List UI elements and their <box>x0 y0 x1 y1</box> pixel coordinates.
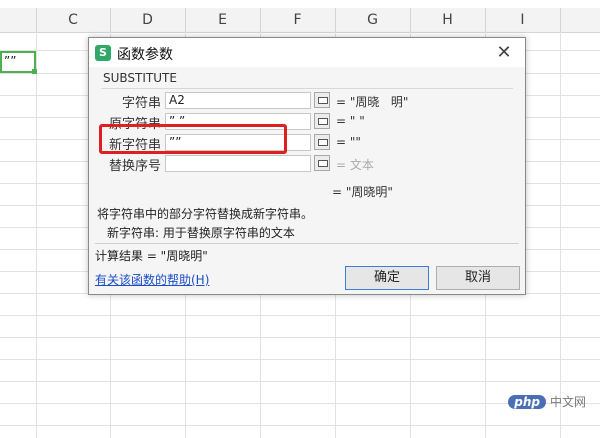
column-header-F[interactable]: F <box>260 8 336 32</box>
column-header-B[interactable] <box>0 8 37 32</box>
param-input-instance-num[interactable] <box>165 155 311 172</box>
php-watermark: php 中文网 <box>508 393 586 410</box>
function-arguments-dialog: S 函数参数 ✕ SUBSTITUTE 字符串 A2 = "周晓 明" 原字符串… <box>88 37 526 295</box>
fill-handle[interactable] <box>32 69 37 74</box>
watermark-text: 中文网 <box>549 395 586 409</box>
column-header-I[interactable]: I <box>485 8 561 32</box>
range-select-icon[interactable] <box>314 134 330 150</box>
ok-button[interactable]: 确定 <box>345 266 429 290</box>
range-select-icon[interactable] <box>314 155 330 171</box>
divider <box>95 243 519 244</box>
function-description: 将字符串中的部分字符替换成新字符串。 <box>97 207 314 221</box>
param-result-new-text: = "" <box>336 135 361 149</box>
selected-cell[interactable]: ”” <box>0 51 37 74</box>
range-select-icon[interactable] <box>314 92 330 108</box>
column-header-D[interactable]: D <box>110 8 186 32</box>
formula-result-preview: = "周晓明" <box>332 185 393 199</box>
column-header-G[interactable]: G <box>335 8 411 32</box>
dialog-title: 函数参数 <box>117 47 173 63</box>
param-description: 新字符串: 用于替换原字符串的文本 <box>107 226 295 240</box>
param-result-text: = "周晓 明" <box>336 95 409 109</box>
function-help-link[interactable]: 有关该函数的帮助(H) <box>95 271 209 288</box>
wps-app-icon: S <box>95 45 111 61</box>
function-name: SUBSTITUTE <box>103 71 177 85</box>
column-header-C[interactable]: C <box>36 8 111 32</box>
column-header-H[interactable]: H <box>410 8 486 32</box>
param-result-old-text: = " " <box>336 114 365 128</box>
column-header-E[interactable]: E <box>185 8 261 32</box>
calculation-result: 计算结果 = "周晓明" <box>95 249 208 263</box>
highlight-annotation <box>99 124 287 154</box>
param-input-text[interactable]: A2 <box>165 92 311 109</box>
grid-row <box>0 359 600 382</box>
close-icon[interactable]: ✕ <box>493 42 515 64</box>
php-logo: php <box>508 395 546 409</box>
cancel-button[interactable]: 取消 <box>436 266 520 290</box>
range-select-icon[interactable] <box>314 113 330 129</box>
divider <box>101 88 513 89</box>
grid-row <box>0 315 600 338</box>
param-label-instance-num: 替换序号 <box>108 159 161 174</box>
param-label-text: 字符串 <box>121 96 161 111</box>
dialog-titlebar[interactable]: S 函数参数 ✕ <box>89 38 525 67</box>
cell-value: ”” <box>4 54 17 68</box>
param-result-instance-num: = 文本 <box>336 158 374 172</box>
grid-row <box>0 293 600 316</box>
column-header-row: C D E F G H I <box>0 8 600 33</box>
grid-row <box>0 337 600 360</box>
